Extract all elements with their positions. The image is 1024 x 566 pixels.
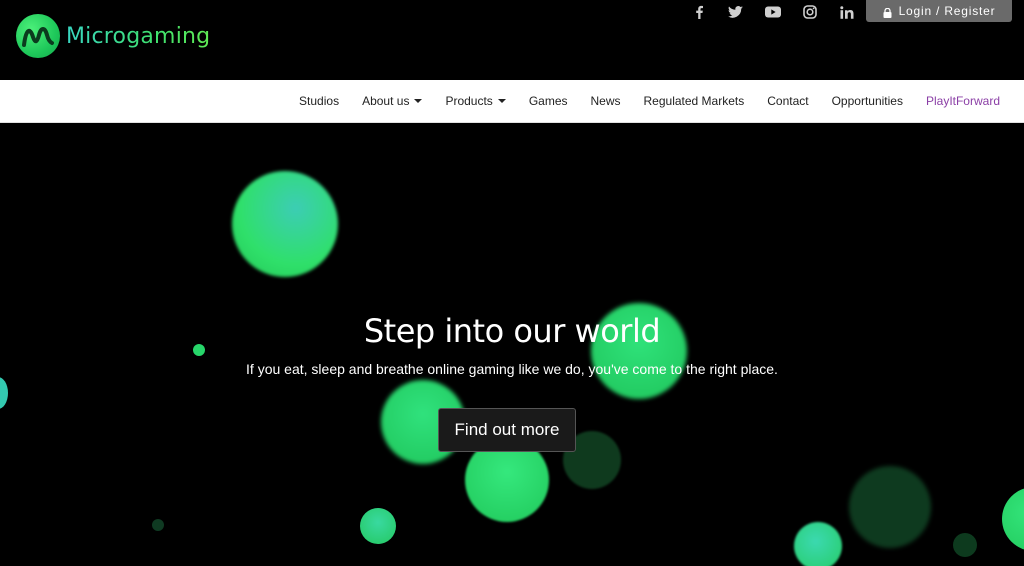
find-out-more-button[interactable]: Find out more — [438, 408, 576, 452]
brand-name: Microgaming — [66, 23, 211, 49]
logo[interactable]: Microgaming — [16, 14, 210, 58]
nav-item-regulated-markets[interactable]: Regulated Markets — [644, 94, 745, 108]
nav-item-label: Regulated Markets — [643, 94, 745, 108]
login-register-button[interactable]: Login / Register — [866, 0, 1012, 22]
linkedin-icon[interactable] — [828, 2, 865, 22]
decorative-bubble — [152, 519, 164, 531]
twitter-icon[interactable] — [717, 2, 754, 22]
nav-item-label: Studios — [299, 94, 340, 108]
nav-item-label: News — [590, 94, 621, 108]
hero-section: Step into our world If you eat, sleep an… — [0, 123, 1024, 566]
nav-item-games[interactable]: Games — [529, 94, 568, 108]
main-navigation: Studios About us Products Games News Regulate… — [0, 80, 1024, 123]
decorative-bubble — [360, 508, 396, 544]
lock-icon — [883, 7, 892, 18]
nav-item-label: PlayItForward — [925, 94, 1000, 108]
decorative-bubble — [849, 466, 931, 548]
caret-down-icon — [497, 99, 506, 103]
nav-item-label: About us — [362, 94, 410, 108]
decorative-bubble — [232, 171, 338, 277]
nav-item-opportunities[interactable]: Opportunities — [832, 94, 903, 108]
nav-item-about-us[interactable]: About us — [362, 94, 423, 108]
nav-menu: Studios About us Products Games News Regulate… — [276, 80, 1000, 122]
instagram-icon[interactable] — [791, 2, 828, 22]
nav-item-label: Opportunities — [831, 94, 903, 108]
caret-down-icon — [414, 99, 423, 103]
nav-item-playitforward[interactable]: PlayItForward — [926, 94, 1000, 108]
youtube-icon[interactable] — [754, 2, 791, 22]
nav-item-contact[interactable]: Contact — [767, 94, 808, 108]
nav-item-products[interactable]: Products — [445, 94, 506, 108]
nav-item-studios[interactable]: Studios — [299, 94, 339, 108]
login-register-label: Login / Register — [898, 4, 996, 18]
decorative-bubble — [794, 522, 842, 566]
facebook-icon[interactable] — [680, 2, 717, 22]
hero-subtitle: If you eat, sleep and breathe online gam… — [246, 361, 778, 377]
nav-item-label: Products — [445, 94, 493, 108]
top-bar: Microgaming Login / Register — [0, 0, 1024, 80]
decorative-bubble — [1002, 487, 1024, 551]
nav-item-label: Contact — [767, 94, 809, 108]
decorative-bubble — [953, 533, 977, 557]
social-links — [680, 2, 865, 22]
hero-title: Step into our world — [363, 312, 661, 350]
decorative-bubble — [0, 377, 8, 409]
nav-item-label: Games — [528, 94, 568, 108]
nav-item-news[interactable]: News — [591, 94, 621, 108]
microgaming-logo-icon — [16, 14, 60, 58]
